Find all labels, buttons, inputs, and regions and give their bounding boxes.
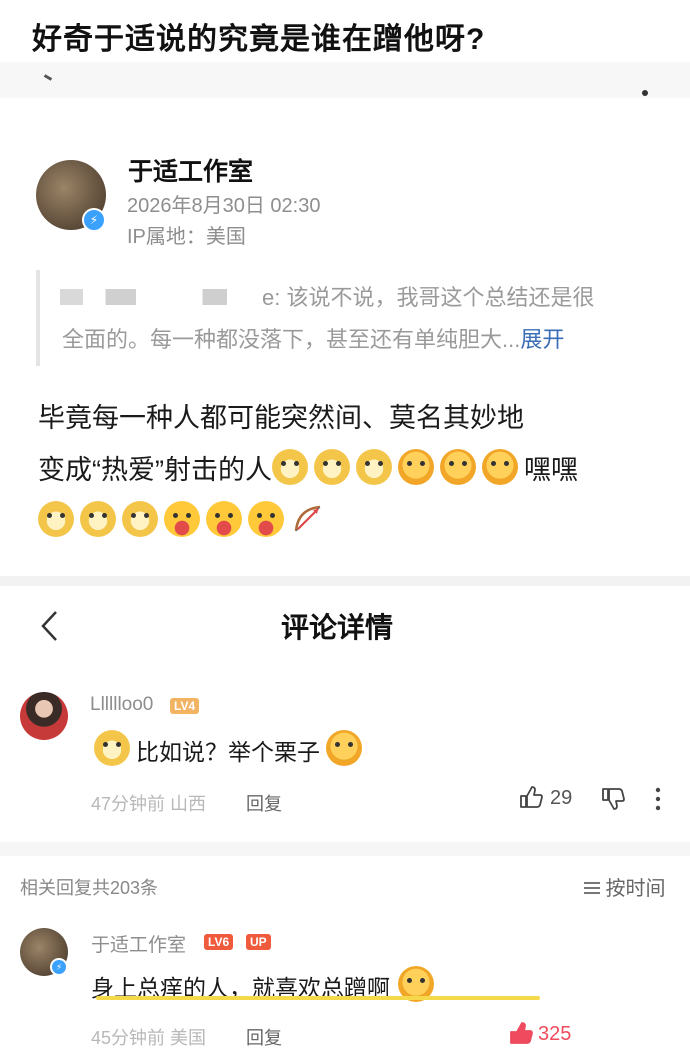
comment-text-body: 比如说？举个栗子 [136, 739, 320, 765]
quote-user-blur [60, 289, 250, 305]
thumbs-up-icon [520, 786, 543, 808]
reply-time: 45分钟前 美国 [91, 1028, 207, 1048]
top-strip [0, 62, 690, 98]
post-body: 毕竟每一种人都可能突然间、莫名其妙地 变成“热爱”射击的人 嘿嘿 [38, 392, 668, 548]
quote-line1: e: 该说不说，我哥这个总结还是很 [262, 285, 595, 310]
cover-emoji [326, 730, 362, 766]
list-sort-icon [584, 882, 600, 894]
dog-emoji [313, 449, 350, 485]
reply-button[interactable]: 回复 [246, 1024, 282, 1050]
replies-summary: 相关回复共203条 [20, 878, 159, 898]
cover-emoji [439, 449, 476, 485]
level-badge: LV6 [204, 934, 234, 950]
replies-bar [0, 842, 690, 856]
comment-text: 比如说？举个栗子 [94, 730, 368, 767]
highlight-underline [96, 996, 540, 1000]
comment-time: 47分钟前 山西 [91, 794, 207, 814]
post-author[interactable]: 于适工作室 [128, 152, 253, 188]
thumbs-down-icon [602, 788, 625, 810]
like-button[interactable] [508, 1020, 534, 1051]
post-ip: IP属地：美国 [127, 226, 246, 248]
bow-arrow-emoji [290, 501, 326, 537]
up-badge: UP [246, 934, 271, 950]
sort-button[interactable]: 按时间 [583, 872, 665, 901]
quote-line2: 全面的。每一种都没落下，甚至还有单纯胆大... [62, 327, 521, 352]
sort-label: 按时间 [605, 878, 666, 900]
like-button[interactable] [518, 784, 544, 815]
reply-button[interactable]: 回复 [246, 790, 282, 816]
like-count: 325 [538, 1023, 572, 1045]
post-card: ⚡ 于适工作室 2026年8月30日 02:30 IP属地：美国 e: 该说不说… [0, 98, 690, 576]
quote-text2: 全面的。每一种都没落下，甚至还有单纯胆大...展开 [62, 322, 564, 358]
quote-text: e: 该说不说，我哥这个总结还是很 [262, 280, 594, 316]
back-button[interactable] [36, 606, 62, 646]
reply-username[interactable]: 于适工作室 [91, 930, 186, 957]
avatar[interactable] [20, 692, 68, 740]
dog-emoji [271, 449, 308, 485]
tick-mark [43, 74, 53, 81]
verified-icon: ⚡ [50, 958, 68, 976]
dog-emoji [38, 501, 74, 537]
chevron-left-icon [41, 611, 57, 641]
dog-emoji [355, 449, 392, 485]
body-hehe: 嘿嘿 [523, 455, 578, 485]
verified-icon: ⚡ [82, 208, 106, 232]
dog-emoji [122, 501, 158, 537]
emoji-row [38, 496, 668, 548]
more-menu-button[interactable] [654, 786, 662, 812]
body-line-2-text: 变成“热爱”射击的人 [38, 455, 272, 485]
body-line-2: 变成“热爱”射击的人 嘿嘿 [38, 444, 668, 496]
section-divider [0, 576, 690, 586]
emoji-row [271, 449, 524, 485]
expand-link[interactable]: 展开 [520, 327, 564, 352]
cover-emoji [397, 449, 434, 485]
level-badge: LV4 [170, 698, 200, 714]
comment-username[interactable]: Lllllloo0 [90, 694, 153, 716]
tongue-emoji [206, 501, 242, 537]
more-vertical-icon [655, 787, 661, 811]
quote-bar [36, 270, 40, 366]
dog-emoji [94, 730, 130, 766]
dislike-button[interactable] [600, 786, 626, 817]
tongue-emoji [164, 501, 200, 537]
tongue-emoji [248, 501, 284, 537]
dog-emoji [80, 501, 116, 537]
cover-emoji [481, 449, 518, 485]
headline: 好奇于适说的究竟是谁在蹭他呀? [32, 23, 486, 56]
post-date: 2026年8月30日 02:30 [127, 195, 321, 217]
dot-marker [642, 90, 648, 96]
like-count: 29 [550, 787, 573, 809]
body-line-1: 毕竟每一种人都可能突然间、莫名其妙地 [38, 403, 524, 433]
nav-title: 评论详情 [281, 612, 394, 643]
thumbs-up-icon [510, 1022, 533, 1044]
